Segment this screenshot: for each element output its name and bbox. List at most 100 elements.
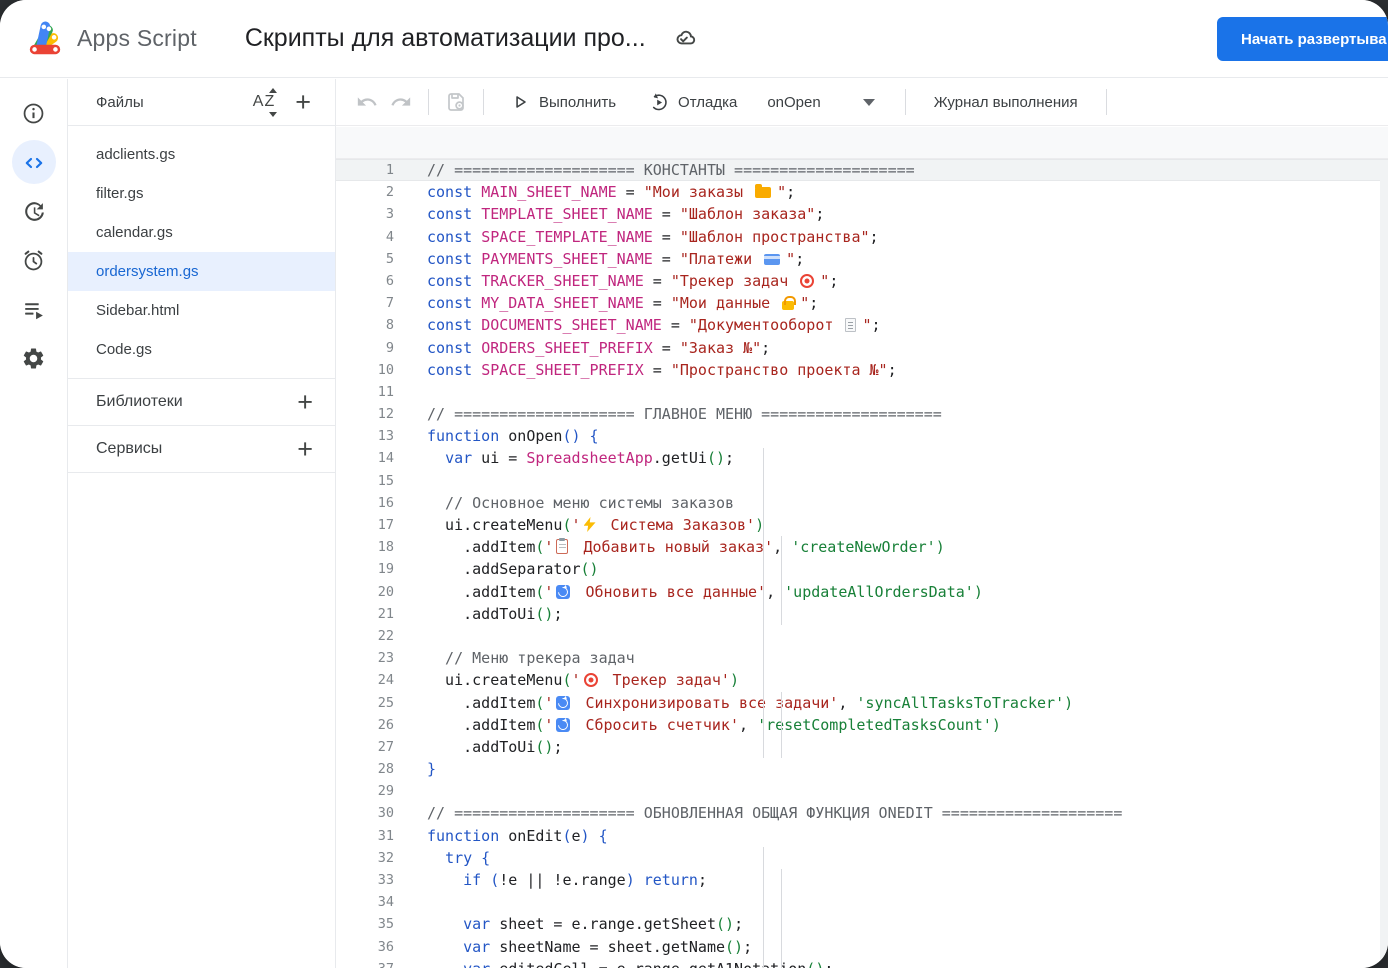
target-emoji [583,673,598,688]
line-content: const SPACE_TEMPLATE_NAME = "Шаблон прос… [427,227,879,246]
settings-gear-icon[interactable] [10,334,58,383]
code-line[interactable]: 33 if (!e || !e.range) return; [336,869,1388,891]
function-selector[interactable]: onOpen [755,88,886,117]
code-line[interactable]: 14 var ui = SpreadsheetApp.getUi(); [336,447,1388,469]
overview-info-icon[interactable] [10,89,58,138]
line-content [394,470,427,492]
editor-scrollbar[interactable] [1380,160,1388,968]
code-line[interactable]: 27 .addToUi(); [336,736,1388,758]
line-number: 6 [385,272,394,289]
file-item[interactable]: ordersystem.gs [68,252,335,291]
code-line[interactable]: 2 const MAIN_SHEET_NAME = "Мои заказы "; [336,181,1388,203]
services-label: Сервисы [96,440,163,457]
editor-code-icon[interactable] [10,138,58,187]
code-line[interactable]: 25 .addItem(' Синхронизировать все задач… [336,692,1388,714]
add-file-icon[interactable]: + [293,89,313,116]
code-line[interactable]: 24 ui.createMenu(' Трекер задач') [336,669,1388,691]
apps-script-window: Apps Script Скрипты для автоматизации пр… [0,0,1388,968]
line-number: 4 [385,228,394,245]
line-number: 9 [385,339,394,356]
file-item[interactable]: Code.gs [68,330,335,369]
line-content [394,625,427,647]
code-line[interactable]: 23 // Меню трекера задач [336,647,1388,669]
libraries-label: Библиотеки [96,393,183,410]
deploy-button[interactable]: Начать развертыва [1217,17,1388,61]
line-number: 11 [377,383,394,400]
code-line[interactable]: 18 .addItem(' Добавить новый заказ', 'cr… [336,536,1388,558]
indent-guide [781,869,782,968]
function-selector-value: onOpen [767,93,821,111]
code-line[interactable]: 4 const SPACE_TEMPLATE_NAME = "Шаблон про… [336,226,1388,248]
code-editor[interactable]: 1 // ==================== КОНСТАНТЫ =====… [336,127,1388,968]
save-icon[interactable] [439,85,473,119]
code-line[interactable]: 8 const DOCUMENTS_SHEET_NAME = "Документо… [336,314,1388,336]
code-line[interactable]: 21 .addToUi(); [336,603,1388,625]
code-line[interactable]: 22 [336,625,1388,647]
line-content: const ORDERS_SHEET_PREFIX = "Заказ №"; [427,338,771,357]
line-number: 16 [377,494,394,511]
code-line[interactable]: 11 [336,381,1388,403]
file-item[interactable]: adclients.gs [68,135,335,174]
card-emoji [764,253,781,265]
refresh-emoji [556,584,571,599]
code-line[interactable]: 3 const TEMPLATE_SHEET_NAME = "Шаблон зак… [336,203,1388,225]
line-content [394,381,427,403]
code-line[interactable]: 26 .addItem(' Сбросить счетчик', 'resetC… [336,714,1388,736]
add-library-icon[interactable]: + [295,389,315,416]
code-line[interactable]: 13 function onOpen() { [336,425,1388,447]
code-line[interactable]: 5 const PAYMENTS_SHEET_NAME = "Платежи "; [336,248,1388,270]
sort-files-icon[interactable]: AZ [249,88,279,117]
line-content: .addItem(' Добавить новый заказ', 'creat… [427,538,945,557]
line-number: 34 [377,894,394,911]
code-line[interactable]: 1 // ==================== КОНСТАНТЫ =====… [336,159,1388,182]
code-line[interactable]: 28} [336,758,1388,780]
code-line[interactable]: 9 const ORDERS_SHEET_PREFIX = "Заказ №"; [336,337,1388,359]
code-line[interactable]: 15 [336,470,1388,492]
line-content: if (!e || !e.range) return; [463,871,707,889]
line-number: 37 [336,958,394,968]
file-item[interactable]: calendar.gs [68,213,335,252]
indent-guide [781,691,782,759]
code-line[interactable]: 32 try { [336,847,1388,869]
debug-button[interactable]: Отладка [648,92,737,113]
code-line[interactable]: 37 var editedCell = e.range.getA1Notatio… [336,958,1388,968]
code-line[interactable]: 19 .addSeparator() [336,558,1388,580]
code-line[interactable]: 29 [336,780,1388,802]
code-lines: 1 // ==================== КОНСТАНТЫ =====… [336,159,1388,968]
line-content: ui.createMenu(' Система Заказов') [427,516,765,534]
project-history-icon[interactable] [10,187,58,236]
line-number: 24 [377,672,394,689]
code-line[interactable]: 20 .addItem(' Обновить все данные', 'upd… [336,581,1388,603]
code-line[interactable]: 35 var sheet = e.range.getSheet(); [336,913,1388,935]
code-line[interactable]: 6 const TRACKER_SHEET_NAME = "Трекер зада… [336,270,1388,292]
redo-icon[interactable] [384,85,418,119]
line-number: 1 [385,162,394,178]
triggers-alarm-icon[interactable] [10,236,58,285]
code-line[interactable]: 12 // ==================== ГЛАВНОЕ МЕНЮ =… [336,403,1388,425]
file-item[interactable]: filter.gs [68,174,335,213]
code-line[interactable]: 36 var sheetName = sheet.getName(); [336,936,1388,958]
code-line[interactable]: 7 const MY_DATA_SHEET_NAME = "Мои данные … [336,292,1388,314]
code-line[interactable]: 16 // Основное меню системы заказов [336,492,1388,514]
code-line[interactable]: 30 // ==================== ОБНОВЛЕННАЯ ОБ… [336,802,1388,824]
project-title[interactable]: Скрипты для автоматизации про... [245,24,646,53]
app-name: Apps Script [77,25,197,51]
file-item[interactable]: Sidebar.html [68,291,335,330]
line-content: .addToUi(); [427,737,563,756]
undo-icon[interactable] [350,85,384,119]
run-button[interactable]: Выполнить [510,92,616,112]
indent-guide [763,847,764,968]
line-content: function onEdit(e) { [427,826,608,845]
add-service-icon[interactable]: + [295,436,315,463]
toolbar-divider [1105,89,1107,115]
line-number: 33 [377,872,394,888]
code-line[interactable]: 31 function onEdit(e) { [336,825,1388,847]
code-line[interactable]: 17 ui.createMenu(' Система Заказов') [336,514,1388,536]
execution-log-button[interactable]: Журнал выполнения [934,94,1078,111]
refresh-emoji [556,717,571,732]
code-line[interactable]: 34 [336,891,1388,913]
executions-icon[interactable] [10,285,58,334]
toolbar-divider [428,89,429,115]
code-line[interactable]: 10 const SPACE_SHEET_PREFIX = "Пространст… [336,359,1388,381]
line-number: 28 [377,761,394,778]
